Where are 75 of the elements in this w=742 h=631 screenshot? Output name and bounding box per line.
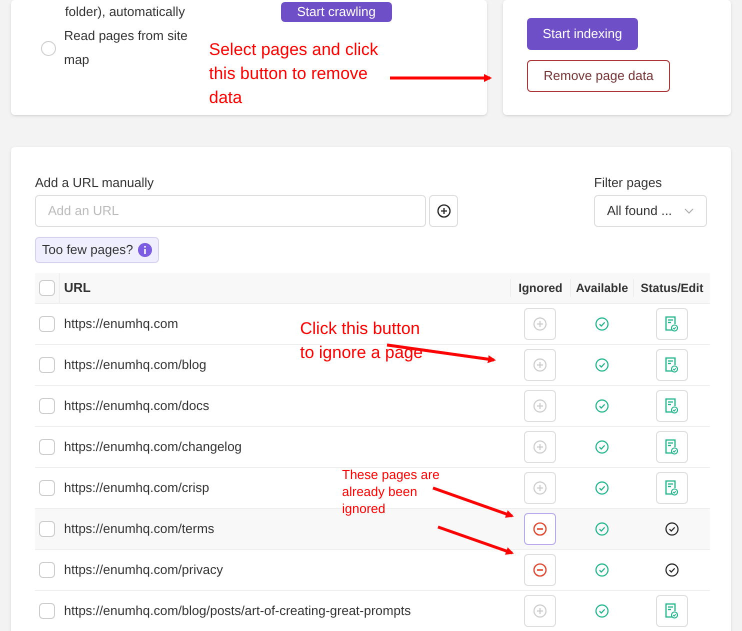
url-cell-text: https://enumhq.com/crisp xyxy=(64,478,210,497)
url-cell-text: https://enumhq.com/privacy xyxy=(64,560,223,579)
row-checkbox[interactable] xyxy=(39,520,55,536)
url-cell-text: https://enumhq.com/changelog xyxy=(64,438,242,456)
check-circle-icon xyxy=(594,522,608,536)
check-circle-icon xyxy=(594,480,608,494)
plus-circle-icon xyxy=(533,398,547,412)
url-input-field[interactable]: Add an URL xyxy=(35,194,426,226)
row-checkbox[interactable] xyxy=(39,316,55,332)
plus-circle-icon xyxy=(533,358,547,372)
start-crawling-button[interactable]: Start crawling xyxy=(281,2,392,22)
ignore-toggle-button[interactable] xyxy=(524,390,556,422)
check-circle-icon xyxy=(594,398,608,412)
check-circle-icon xyxy=(594,358,608,372)
edit-page-button[interactable] xyxy=(656,390,688,422)
edit-page-button[interactable] xyxy=(656,430,688,462)
document-check-icon xyxy=(665,480,678,496)
remove-page-data-button[interactable]: Remove page data xyxy=(526,60,670,92)
column-header: Ignored xyxy=(510,278,570,296)
column-header: URL xyxy=(63,278,92,297)
add-url-button[interactable] xyxy=(429,194,458,226)
filter-dropdown[interactable]: All found ... xyxy=(594,194,707,226)
plus-circle-icon xyxy=(436,204,450,218)
plus-circle-icon xyxy=(533,440,547,454)
check-circle-icon xyxy=(664,562,678,576)
row-checkbox[interactable] xyxy=(39,602,55,618)
check-circle-icon xyxy=(594,604,608,618)
edit-page-button[interactable] xyxy=(656,308,688,340)
plus-circle-icon xyxy=(533,604,547,618)
minus-circle-icon xyxy=(533,562,547,576)
info-icon xyxy=(138,242,152,256)
option-text: folder), automatically xyxy=(64,3,186,21)
row-checkbox[interactable] xyxy=(39,480,55,496)
document-check-icon xyxy=(665,398,678,414)
ignore-toggle-button[interactable] xyxy=(524,472,556,504)
ignore-toggle-button[interactable] xyxy=(524,348,556,380)
document-check-icon xyxy=(665,602,678,618)
edit-page-button[interactable] xyxy=(656,348,688,380)
url-cell-text: https://enumhq.com/blog/posts/art-of-creating-great-prompts xyxy=(64,602,411,620)
ignore-toggle-button[interactable] xyxy=(524,430,556,462)
hint-badge[interactable]: Too few pages? xyxy=(35,236,160,262)
annotation-text: Select pages and click this button to remove data xyxy=(209,39,379,109)
document-check-icon xyxy=(665,356,678,372)
field-label: Add a URL manually xyxy=(35,174,155,192)
radio-button[interactable] xyxy=(41,40,56,56)
select-all-checkbox[interactable] xyxy=(39,280,55,296)
annotation-text: These pages are already been ignored xyxy=(342,466,441,517)
edit-page-button[interactable] xyxy=(656,472,688,504)
url-cell-text: https://enumhq.com/terms xyxy=(64,520,214,538)
ignore-toggle-button[interactable] xyxy=(524,308,556,340)
check-circle-icon xyxy=(594,562,608,576)
url-cell-text: https://enumhq.com/docs xyxy=(64,396,210,415)
row-checkbox[interactable] xyxy=(39,356,55,372)
ignore-toggle-button[interactable] xyxy=(524,554,556,586)
column-header: Available xyxy=(570,278,633,296)
field-label: Filter pages xyxy=(594,174,663,192)
url-cell-text: https://enumhq.com xyxy=(64,314,178,333)
plus-circle-icon xyxy=(533,316,547,330)
row-checkbox[interactable] xyxy=(39,398,55,414)
ignore-toggle-button[interactable] xyxy=(524,512,556,544)
row-checkbox[interactable] xyxy=(39,562,55,578)
row-checkbox[interactable] xyxy=(39,438,55,454)
start-indexing-button[interactable]: Start indexing xyxy=(526,18,638,50)
document-check-icon xyxy=(665,316,678,332)
ignore-toggle-button[interactable] xyxy=(524,594,556,626)
check-circle-icon xyxy=(664,522,678,536)
check-circle-icon xyxy=(594,440,608,454)
url-cell-text: https://enumhq.com/blog xyxy=(64,356,206,374)
column-header: Status/Edit xyxy=(633,278,710,296)
chevron-down-icon xyxy=(684,208,694,214)
check-circle-icon xyxy=(594,316,608,330)
plus-circle-icon xyxy=(533,480,547,494)
minus-circle-icon xyxy=(533,522,547,536)
document-check-icon xyxy=(665,438,678,454)
edit-page-button[interactable] xyxy=(656,594,688,626)
